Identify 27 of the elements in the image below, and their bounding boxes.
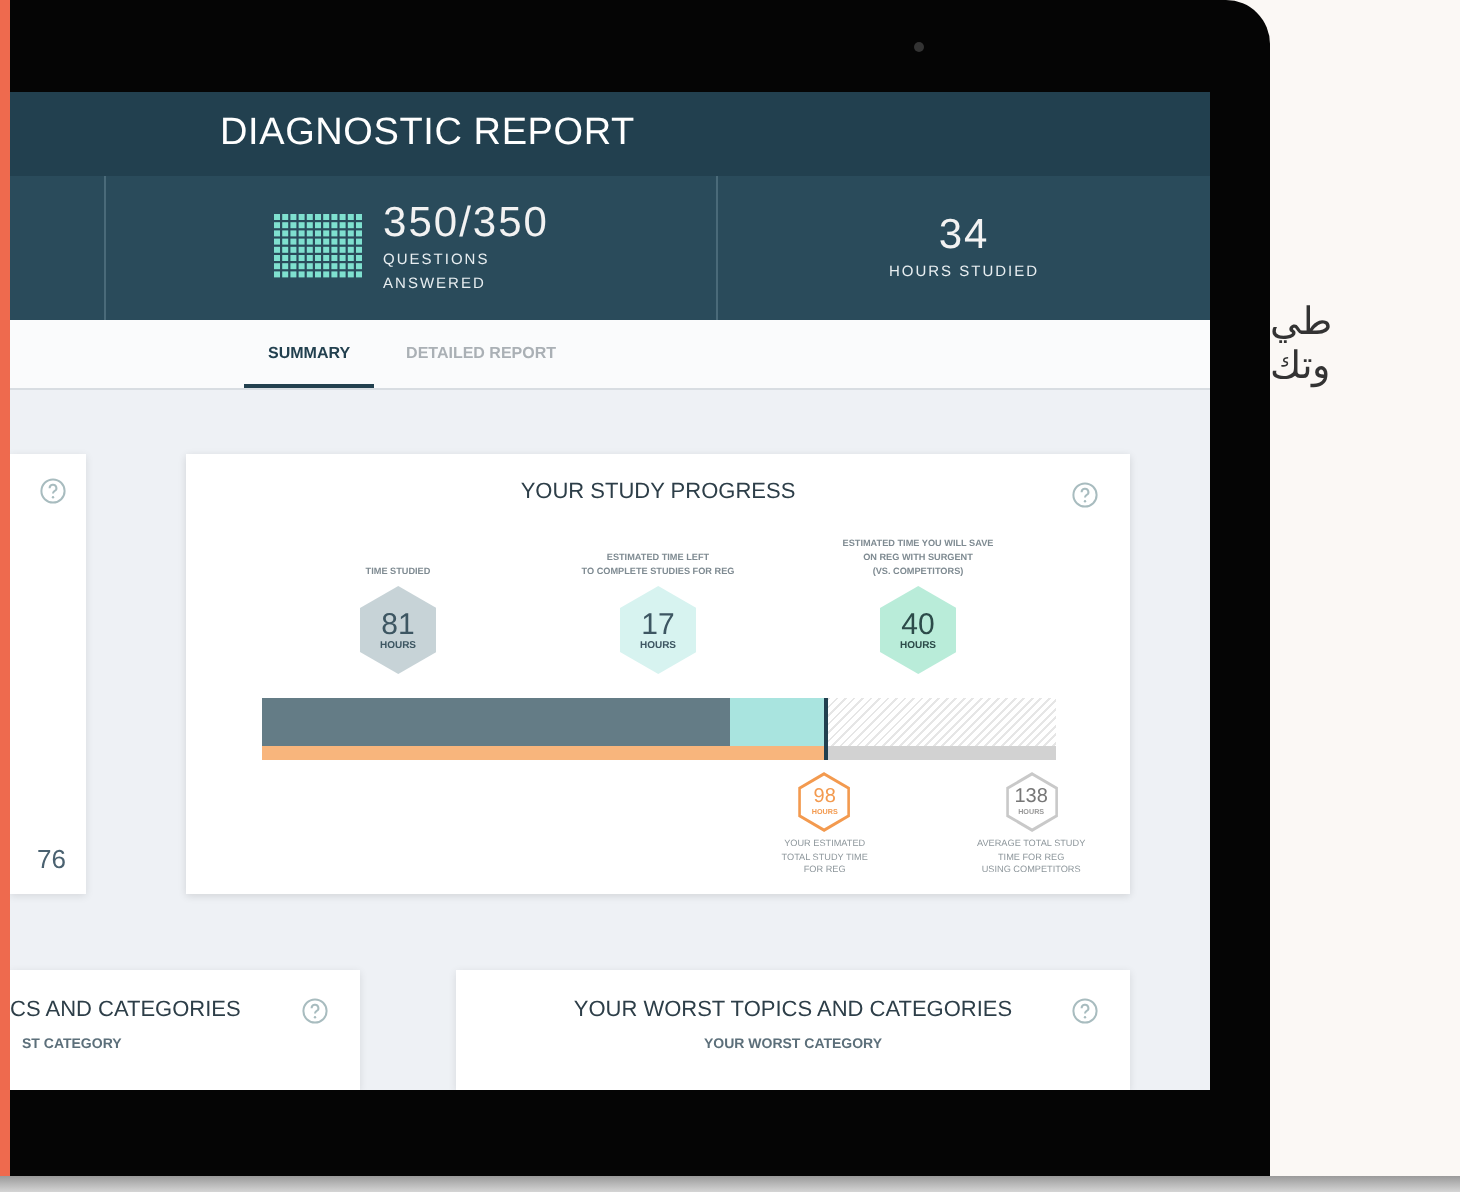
card-title: CS AND CATEGORIES bbox=[10, 998, 241, 1022]
hours-value: 98 bbox=[813, 788, 836, 808]
help-icon[interactable] bbox=[40, 478, 66, 504]
hexagon-shape bbox=[619, 586, 697, 674]
hours-value: 17 bbox=[641, 609, 675, 639]
grid-icon bbox=[273, 214, 364, 281]
page-title: DIAGNOSTIC REPORT bbox=[220, 111, 635, 156]
card-title: YOUR STUDY PROGRESS bbox=[520, 480, 796, 504]
help-icon[interactable] bbox=[1072, 482, 1098, 508]
hours-value: 40 bbox=[901, 609, 935, 639]
hours-value: 138 bbox=[1014, 788, 1048, 808]
side-text: وتك bbox=[1270, 344, 1330, 388]
progress-marker bbox=[824, 698, 829, 760]
stat-value: 34 bbox=[938, 211, 990, 260]
tab[interactable]: SUMMARY bbox=[244, 320, 375, 388]
stat-value: 350/350 bbox=[383, 199, 549, 248]
hexagon-outline bbox=[798, 772, 851, 832]
help-icon[interactable] bbox=[1072, 998, 1098, 1024]
hexagon-shape bbox=[879, 586, 957, 674]
camera-dot bbox=[914, 42, 924, 52]
card-title: YOUR WORST TOPICS AND CATEGORIES bbox=[573, 998, 1013, 1022]
hexagon-outline bbox=[1005, 772, 1058, 832]
hexagon-shape bbox=[359, 586, 437, 674]
help-icon[interactable] bbox=[302, 998, 328, 1024]
card-value: 76 bbox=[37, 844, 66, 874]
side-text: طي bbox=[1270, 300, 1332, 344]
hours-value: 81 bbox=[381, 609, 415, 639]
